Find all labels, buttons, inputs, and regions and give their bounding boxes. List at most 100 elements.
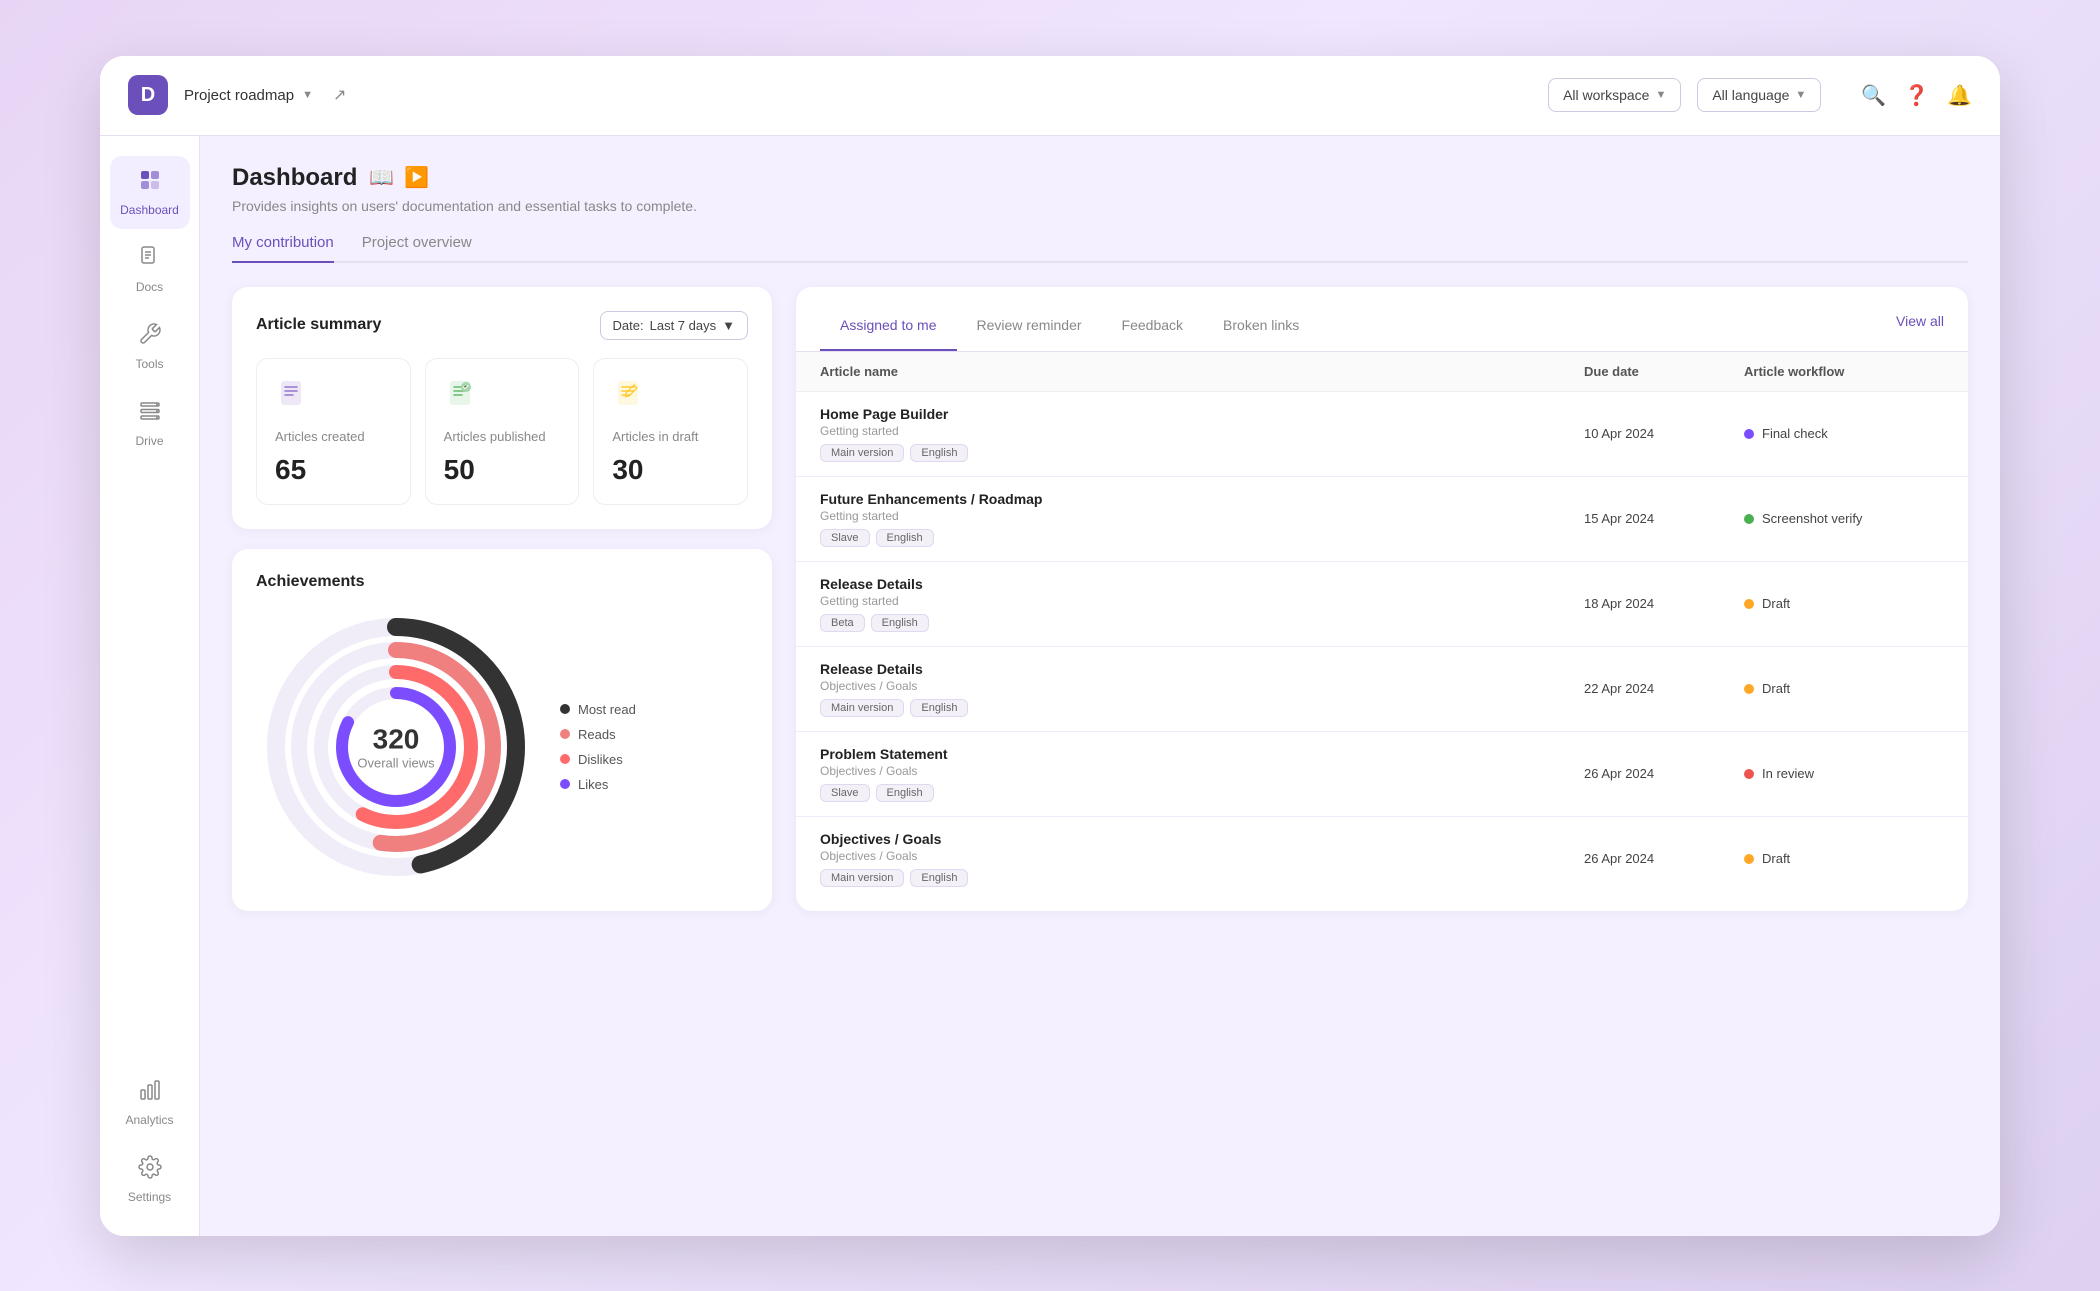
workflow: Screenshot verify — [1744, 511, 1944, 526]
achievements-card: Achievements — [232, 549, 772, 911]
book-icon[interactable]: 📖 — [369, 165, 394, 190]
tab-my-contribution[interactable]: My contribution — [232, 234, 334, 263]
likes-label: Likes — [578, 777, 608, 792]
article-tags: Main versionEnglish — [820, 699, 1584, 717]
tag: Slave — [820, 784, 870, 802]
article-table: Article name Due date Article workflow H… — [796, 352, 1968, 911]
page-header: Dashboard 📖 ▶️ — [232, 164, 1968, 192]
project-name-button[interactable]: Project roadmap ▼ — [184, 87, 313, 104]
sidebar-item-settings[interactable]: Settings — [110, 1143, 190, 1216]
chart-legend: Most read Reads Dislikes — [560, 702, 636, 792]
article-tags: Main versionEnglish — [820, 869, 1584, 887]
article-name: Problem Statement — [820, 746, 1584, 762]
topbar: D Project roadmap ▼ ↗ All workspace ▼ Al… — [100, 56, 2000, 136]
article-info: Home Page Builder Getting started Main v… — [820, 406, 1584, 462]
article-tags: SlaveEnglish — [820, 784, 1584, 802]
workspace-filter-arrow: ▼ — [1655, 89, 1666, 101]
legend-dislikes: Dislikes — [560, 752, 636, 767]
due-date: 22 Apr 2024 — [1584, 681, 1744, 696]
settings-icon — [138, 1155, 162, 1185]
tag: Main version — [820, 444, 904, 462]
likes-dot — [560, 779, 570, 789]
sidebar-item-tools[interactable]: Tools — [110, 310, 190, 383]
table-row: Release Details Getting started BetaEngl… — [796, 562, 1968, 647]
panel-tab-review[interactable]: Review reminder — [957, 307, 1102, 351]
stat-articles-created: Articles created 65 — [256, 358, 411, 505]
language-filter-button[interactable]: All language ▼ — [1697, 78, 1821, 112]
sidebar-item-analytics[interactable]: Analytics — [110, 1066, 190, 1139]
articles-created-value: 65 — [275, 454, 392, 486]
workflow-label: Final check — [1762, 426, 1828, 441]
table-row: Home Page Builder Getting started Main v… — [796, 392, 1968, 477]
dislikes-dot — [560, 754, 570, 764]
article-category: Getting started — [820, 509, 1584, 523]
tag: Main version — [820, 869, 904, 887]
workflow-label: Screenshot verify — [1762, 511, 1862, 526]
articles-published-value: 50 — [444, 454, 561, 486]
workflow-dot — [1744, 599, 1754, 609]
articles-draft-value: 30 — [612, 454, 729, 486]
tab-project-overview[interactable]: Project overview — [362, 234, 472, 263]
due-date: 15 Apr 2024 — [1584, 511, 1744, 526]
date-arrow: ▼ — [722, 318, 735, 333]
legend-most-read: Most read — [560, 702, 636, 717]
table-header: Article name Due date Article workflow — [796, 352, 1968, 392]
play-icon[interactable]: ▶️ — [404, 165, 429, 190]
workflow-label: Draft — [1762, 851, 1790, 866]
panel-tab-broken-links[interactable]: Broken links — [1203, 307, 1319, 351]
donut-center: 320 Overall views — [357, 723, 434, 770]
article-summary-title: Article summary — [256, 316, 381, 334]
overall-views-value: 320 — [357, 723, 434, 755]
th-due-date: Due date — [1584, 364, 1744, 379]
project-dropdown-arrow: ▼ — [302, 89, 313, 101]
panel-tab-feedback[interactable]: Feedback — [1102, 307, 1203, 351]
search-icon[interactable]: 🔍 — [1861, 83, 1886, 108]
sidebar-item-dashboard[interactable]: Dashboard — [110, 156, 190, 229]
sidebar-dashboard-label: Dashboard — [120, 203, 179, 217]
due-date: 26 Apr 2024 — [1584, 851, 1744, 866]
panel-tab-assigned[interactable]: Assigned to me — [820, 307, 957, 351]
article-category: Objectives / Goals — [820, 764, 1584, 778]
workspace-filter-button[interactable]: All workspace ▼ — [1548, 78, 1681, 112]
date-filter-button[interactable]: Date: Last 7 days ▼ — [600, 311, 748, 340]
articles-created-icon — [275, 377, 392, 416]
article-category: Getting started — [820, 424, 1584, 438]
dashboard-icon — [138, 168, 162, 198]
help-icon[interactable]: ❓ — [1904, 83, 1929, 108]
articles-draft-icon — [612, 377, 729, 416]
table-row: Objectives / Goals Objectives / Goals Ma… — [796, 817, 1968, 901]
external-link-icon[interactable]: ↗ — [333, 85, 346, 105]
article-name: Home Page Builder — [820, 406, 1584, 422]
page-title: Dashboard — [232, 164, 357, 192]
article-name: Release Details — [820, 576, 1584, 592]
sidebar-item-docs[interactable]: Docs — [110, 233, 190, 306]
tag: English — [871, 614, 929, 632]
article-category: Getting started — [820, 594, 1584, 608]
most-read-dot — [560, 704, 570, 714]
workspace-filter-label: All workspace — [1563, 87, 1649, 103]
sidebar-item-drive[interactable]: Drive — [110, 387, 190, 460]
view-all-button[interactable]: View all — [1896, 313, 1944, 345]
analytics-icon — [138, 1078, 162, 1108]
stats-grid: Articles created 65 — [256, 358, 748, 505]
article-category: Objectives / Goals — [820, 849, 1584, 863]
table-row: Problem Statement Objectives / Goals Sla… — [796, 732, 1968, 817]
right-panel-header: Assigned to me Review reminder Feedback … — [796, 287, 1968, 351]
reads-label: Reads — [578, 727, 616, 742]
due-date: 18 Apr 2024 — [1584, 596, 1744, 611]
notifications-icon[interactable]: 🔔 — [1947, 83, 1972, 108]
table-body: Home Page Builder Getting started Main v… — [796, 392, 1968, 901]
workflow: In review — [1744, 766, 1944, 781]
article-category: Objectives / Goals — [820, 679, 1584, 693]
workflow-dot — [1744, 854, 1754, 864]
most-read-label: Most read — [578, 702, 636, 717]
header-icons: 📖 ▶️ — [369, 165, 429, 190]
article-info: Future Enhancements / Roadmap Getting st… — [820, 491, 1584, 547]
tag: Slave — [820, 529, 870, 547]
article-info: Release Details Getting started BetaEngl… — [820, 576, 1584, 632]
workflow-label: Draft — [1762, 596, 1790, 611]
left-panel: Article summary Date: Last 7 days ▼ — [232, 287, 772, 911]
article-tags: SlaveEnglish — [820, 529, 1584, 547]
legend-reads: Reads — [560, 727, 636, 742]
workflow-dot — [1744, 514, 1754, 524]
